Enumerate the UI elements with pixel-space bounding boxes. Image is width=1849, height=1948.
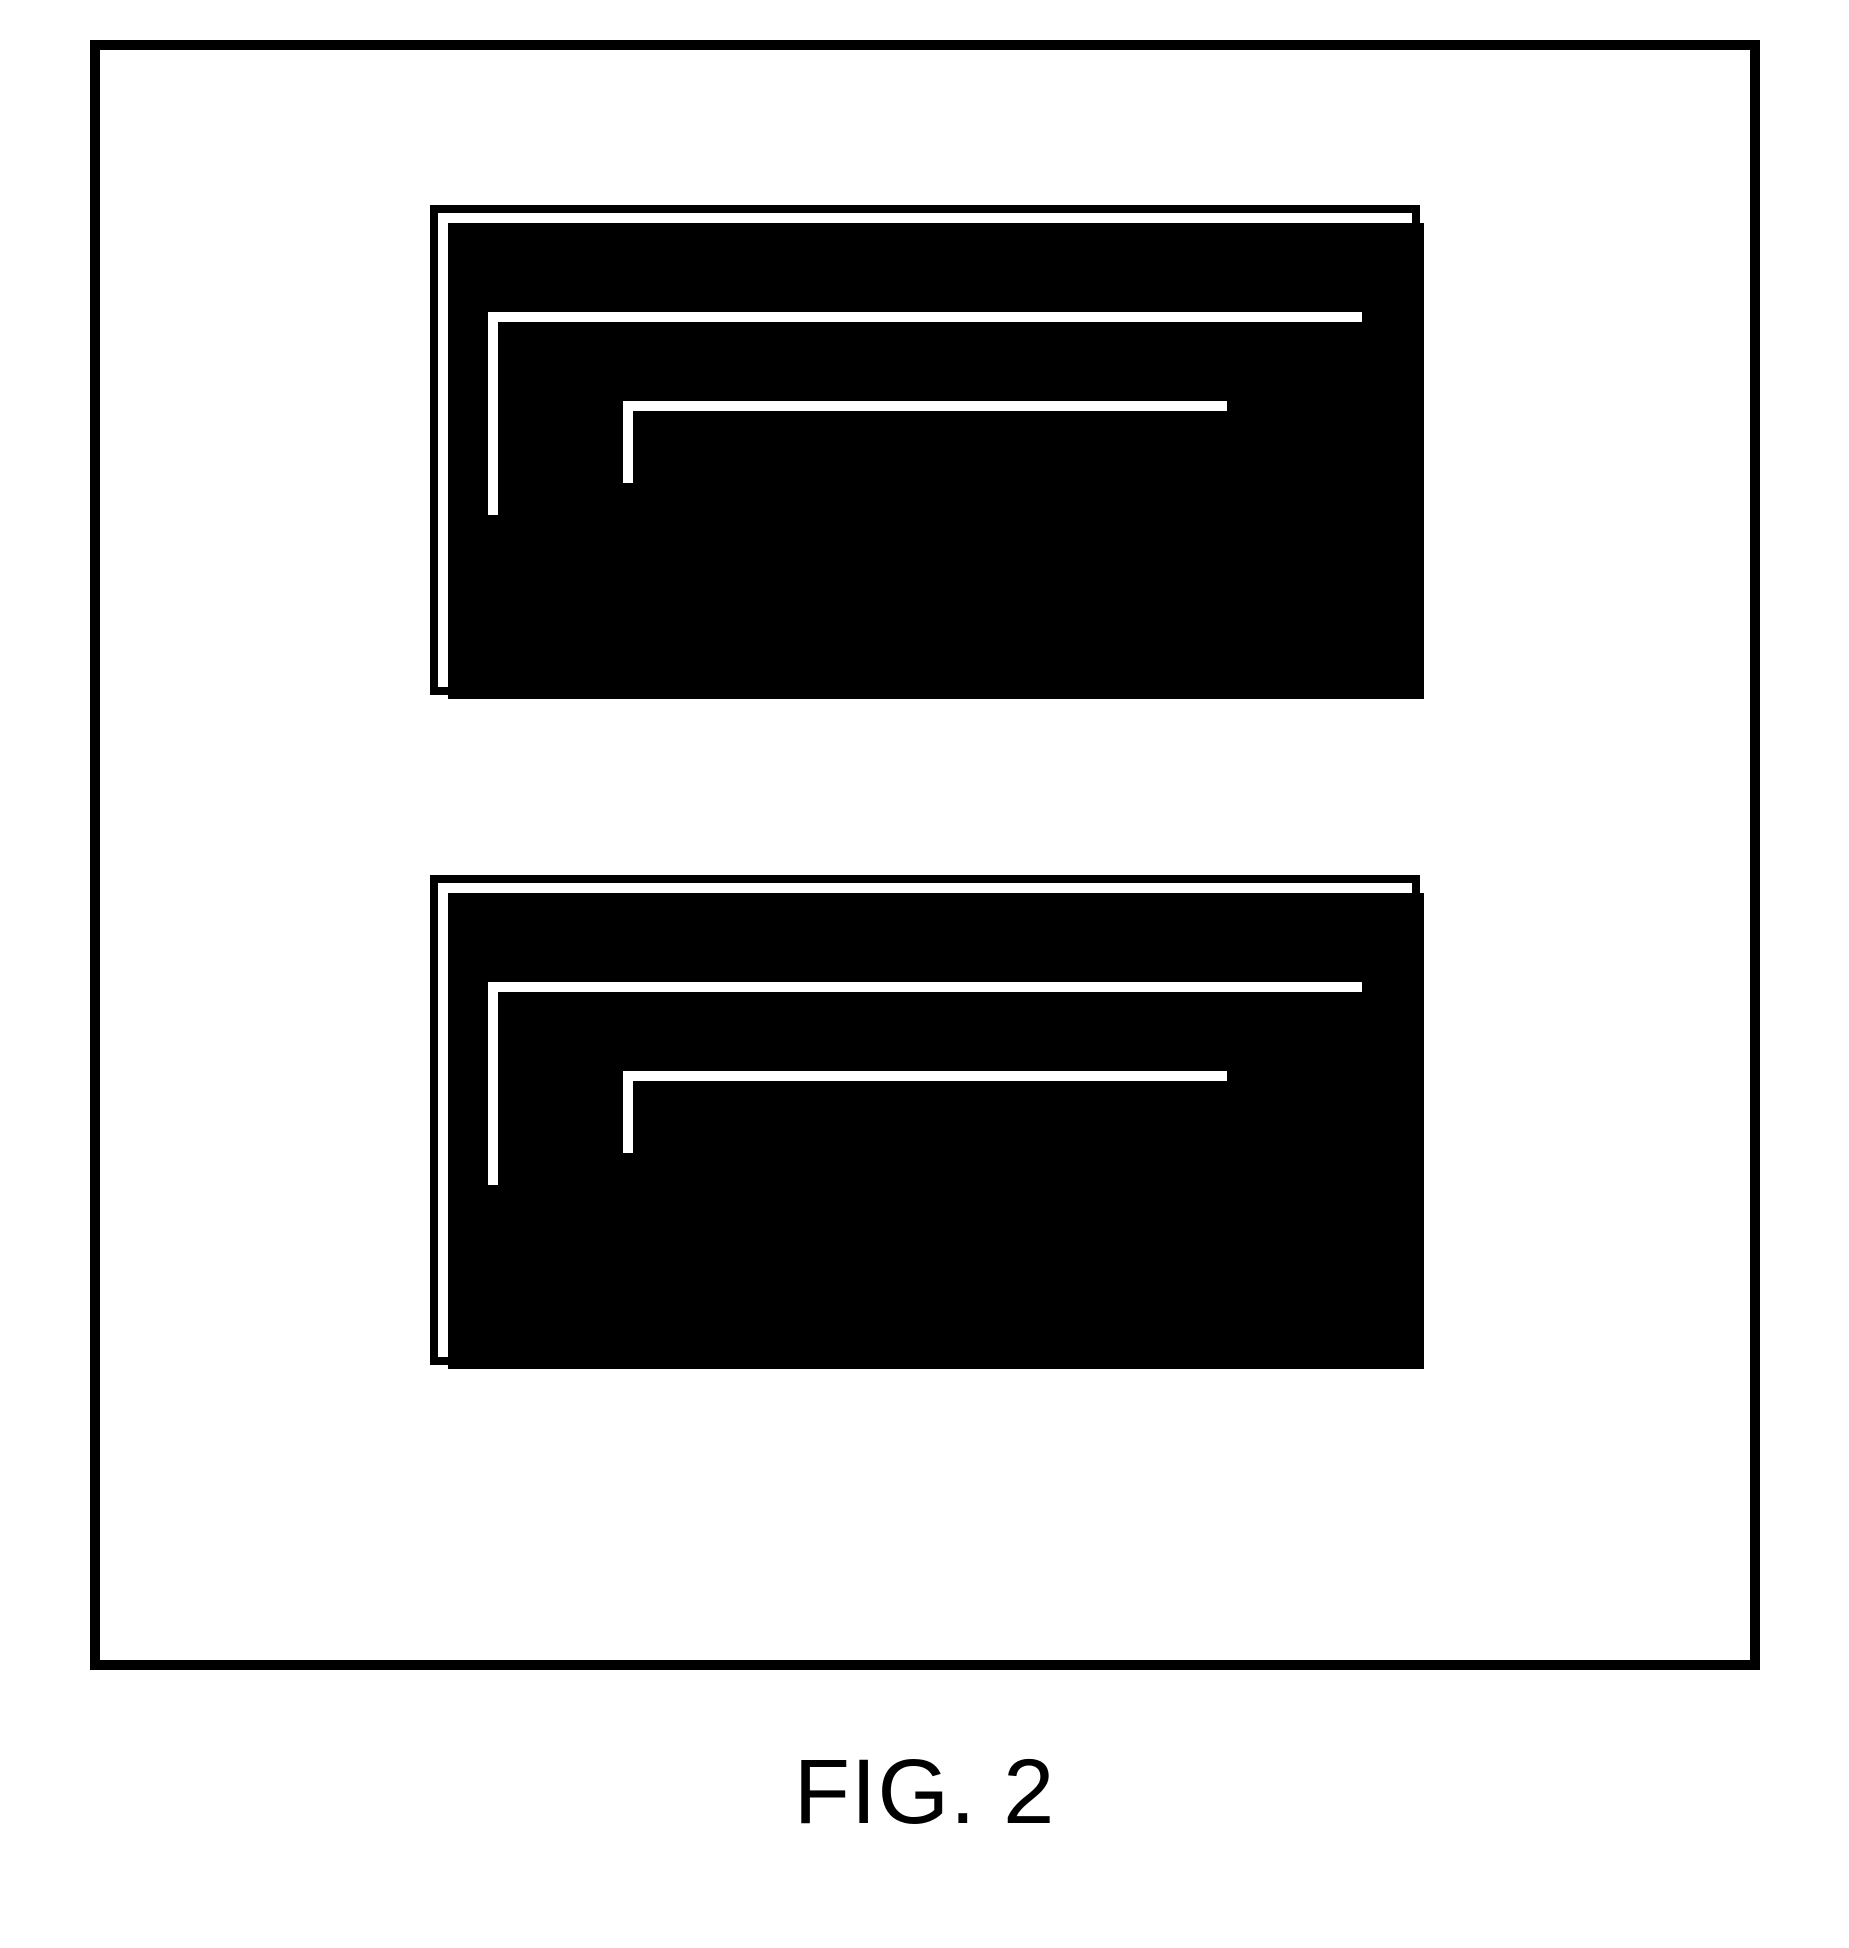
event-macros-label: Event Macros	[707, 410, 1037, 470]
code-paths-label: Code Paths	[724, 321, 1017, 384]
figure-page: Code 150 Code Paths 152 Event Macros 154	[0, 0, 1849, 1948]
figure-caption: FIG. 2	[794, 1740, 1056, 1845]
exec-block-title-text: Executable Code	[647, 896, 1089, 961]
outer-frame: Code 150 Code Paths 152 Event Macros 154	[90, 40, 1760, 1670]
error-inject-ref: 180	[1050, 576, 1140, 636]
exec-code-paths-ref: 152'	[1027, 991, 1131, 1054]
code-paths-box: Code Paths 152 Event Macros 154	[480, 304, 1370, 523]
error-inject-box: Error Inject(s) 180	[480, 561, 1370, 657]
error-inject-title: Error Inject(s) 180	[708, 575, 1140, 637]
code-paths-title: Code Paths 152	[724, 320, 1126, 385]
executable-code-block: Executable Code 156 Code Paths 152' Even…	[430, 875, 1420, 1365]
exec-event-macros-ref: 154'	[1047, 1080, 1147, 1140]
code-block: Code 150 Code Paths 152 Event Macros 154	[430, 205, 1420, 695]
exec-block-title: Executable Code 156	[647, 895, 1202, 962]
code-paths-ref: 152	[1032, 321, 1125, 384]
exec-event-macros-title: Event Macros 154'	[702, 1079, 1148, 1141]
exec-code-paths-box: Code Paths 152' Event Macros 154'	[480, 974, 1370, 1193]
event-macros-title: Event Macros 154	[707, 409, 1142, 471]
code-block-ref: 150	[954, 226, 1051, 291]
event-macros-box: Event Macros 154	[615, 393, 1235, 491]
event-macros-ref: 154	[1052, 410, 1142, 470]
exec-event-macros-box: Event Macros 154'	[615, 1063, 1235, 1161]
error-inject-label: Error Inject(s)	[708, 576, 1035, 636]
code-block-title: Code 150	[799, 225, 1051, 292]
code-block-title-text: Code	[799, 226, 938, 291]
exec-error-inject-ref: 180'	[1045, 1246, 1145, 1306]
exec-code-paths-title: Code Paths 152'	[718, 990, 1130, 1055]
exec-event-macros-label: Event Macros	[702, 1080, 1032, 1140]
exec-error-inject-box: Error Inject(s) 180'	[480, 1231, 1370, 1327]
exec-code-paths-label: Code Paths	[718, 991, 1011, 1054]
exec-error-inject-title: Error Inject(s) 180'	[703, 1245, 1145, 1307]
exec-block-ref: 156	[1105, 896, 1202, 961]
exec-error-inject-label: Error Inject(s)	[703, 1246, 1030, 1306]
